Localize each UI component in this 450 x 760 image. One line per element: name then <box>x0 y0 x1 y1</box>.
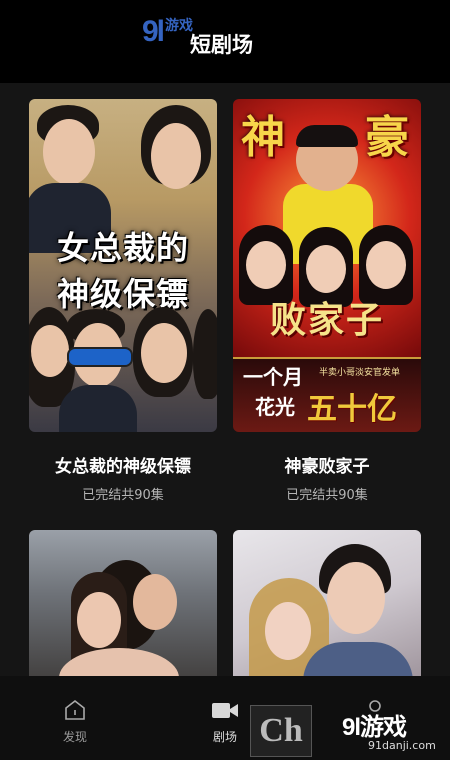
poster-figure <box>151 123 201 189</box>
drama-title[interactable]: 女总裁的神级保镖 <box>29 452 217 477</box>
poster-caption-line1: 女总裁的 <box>56 229 189 267</box>
episode-status: 已完结共90集 <box>82 488 164 503</box>
poster-title-char: 神 <box>241 112 285 163</box>
poster-figure <box>246 241 286 289</box>
poster-tagline: 一个月 <box>243 365 303 389</box>
poster-figure <box>141 323 187 383</box>
drama-poster-1[interactable]: 女总裁的 神级保镖 <box>29 99 217 432</box>
watermark: Ch 9l游戏 91danji.com <box>250 705 450 760</box>
video-icon <box>212 703 238 718</box>
poster-figure <box>133 574 177 630</box>
drama-poster-3[interactable] <box>29 530 217 690</box>
drama-poster-2[interactable]: 神 豪 败家子 一个月 半卖小哥淡安官发单 花光 五十亿 <box>233 99 421 432</box>
poster-figure <box>296 125 358 147</box>
poster-figure <box>366 241 406 289</box>
poster-figure <box>59 385 137 432</box>
sunglasses-icon <box>67 347 133 367</box>
episode-status: 已完结共90集 <box>286 488 368 503</box>
drama-poster-4[interactable] <box>233 530 421 690</box>
poster-figure <box>327 562 385 634</box>
poster-tagline-big: 五十亿 <box>307 392 397 427</box>
poster-title-char: 豪 <box>365 112 409 163</box>
poster-figure <box>193 309 217 399</box>
watermark-logo-box: Ch <box>250 705 312 757</box>
poster-figure <box>265 602 311 660</box>
poster-caption-line2: 神级保镖 <box>56 275 189 313</box>
poster-figure <box>306 245 346 293</box>
top-bar: 9l 游戏 短剧场 <box>0 0 450 83</box>
tab-discover[interactable]: 发现 <box>40 676 110 760</box>
poster-tagline-small: 半卖小哥淡安官发单 <box>319 368 401 378</box>
home-icon <box>65 699 85 720</box>
watermark-brand: 9l游戏 <box>342 714 407 741</box>
poster-figure <box>31 325 69 377</box>
drama-title[interactable]: 神豪败家子 <box>233 452 421 477</box>
tab-label: 发现 <box>62 730 87 744</box>
site-logo: 9l 游戏 <box>142 15 194 48</box>
poster-tagline: 花光 <box>255 395 295 419</box>
page-title: 短剧场 <box>190 33 253 57</box>
poster-subtitle: 败家子 <box>269 300 384 341</box>
watermark-url: 91danji.com <box>368 739 436 752</box>
poster-figure <box>43 119 95 185</box>
poster-figure <box>77 592 121 648</box>
